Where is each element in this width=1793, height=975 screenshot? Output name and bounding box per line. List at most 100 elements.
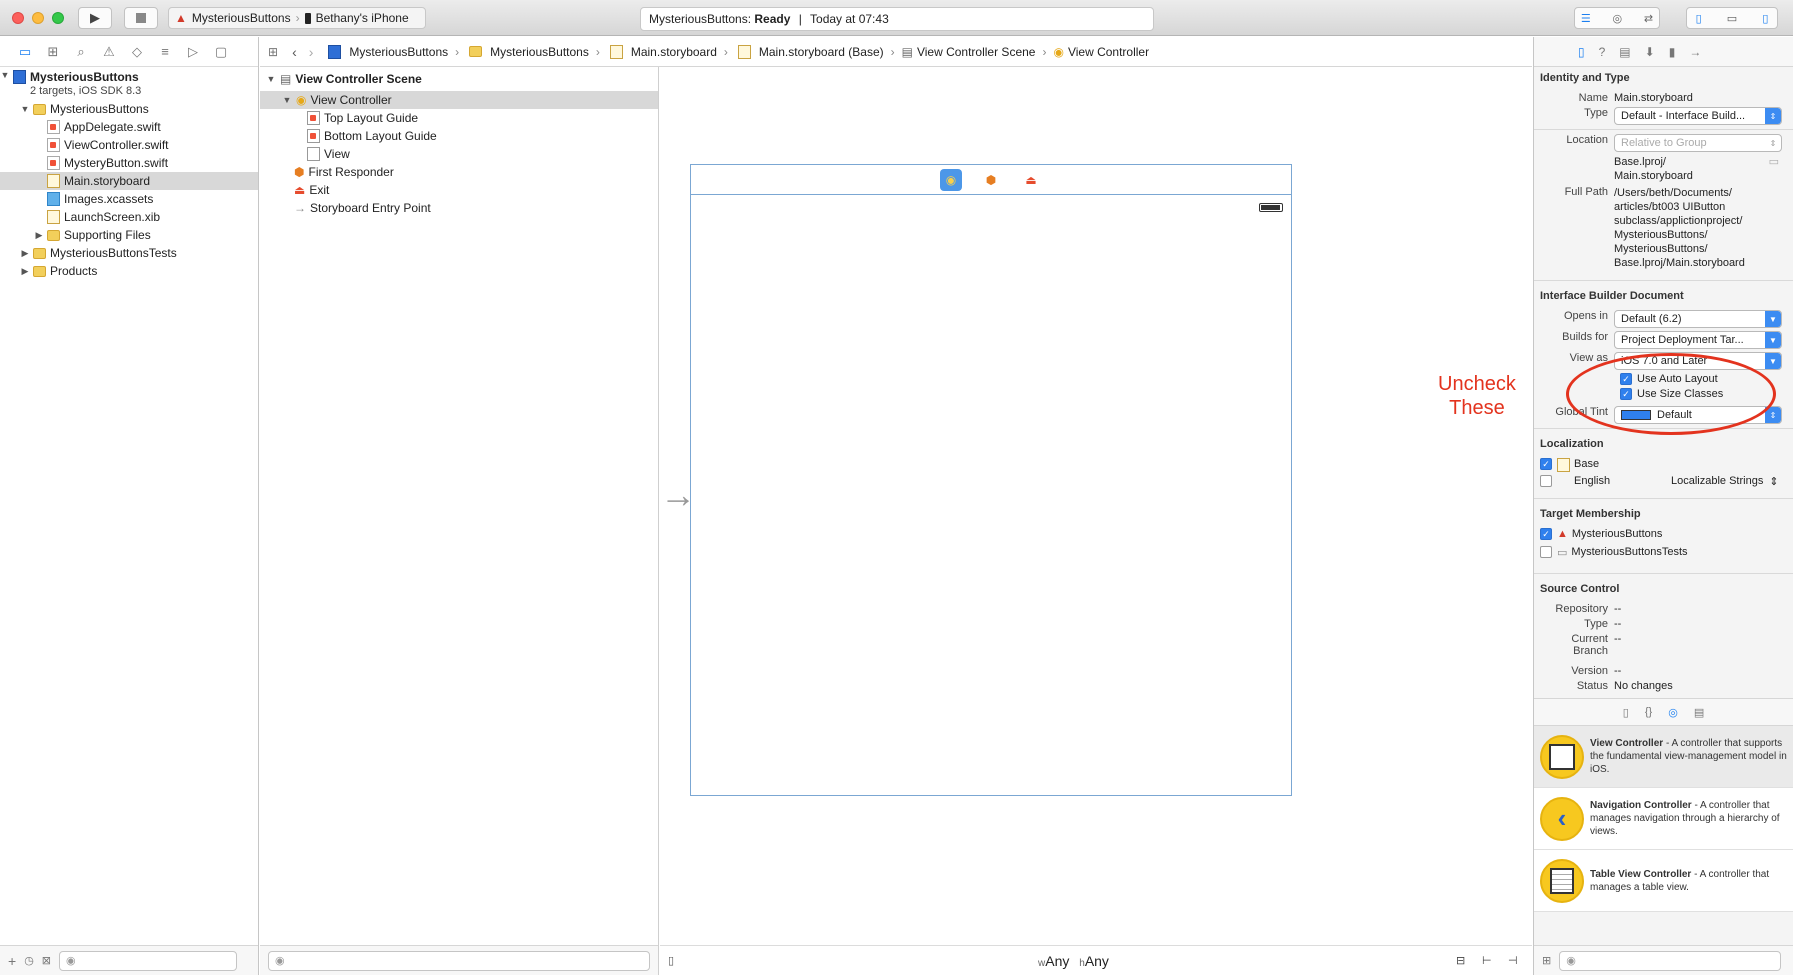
object-library-icon[interactable]: ◎	[1668, 706, 1678, 719]
localization-english-checkbox[interactable]	[1540, 475, 1552, 487]
size-inspector-icon[interactable]: ▮	[1669, 45, 1676, 59]
code-snippet-icon[interactable]: {}	[1645, 706, 1652, 718]
breakpoint-icon[interactable]: ▷	[184, 43, 202, 61]
file-name-value[interactable]: Main.storyboard	[1614, 92, 1793, 104]
location-popup[interactable]: Relative to Group ⇕	[1614, 134, 1782, 152]
tree-item-group[interactable]: ▶ Products	[0, 262, 258, 280]
search-icon[interactable]: ⌕	[72, 43, 90, 61]
tree-item-file[interactable]: MysteryButton.swift	[0, 154, 258, 172]
breadcrumb-controller[interactable]: ◉ View Controller	[1053, 45, 1149, 59]
tree-item-group[interactable]: ▼ MysteriousButtons	[0, 100, 258, 118]
disclosure-open-icon[interactable]: ▼	[20, 104, 30, 114]
outline-toggle-icon[interactable]: ▯	[668, 954, 674, 967]
breadcrumb-group[interactable]: MysteriousButtons ›	[466, 45, 603, 59]
outline-item-bottom-layout-guide[interactable]: Bottom Layout Guide	[260, 127, 658, 145]
tree-item-file[interactable]: ViewController.swift	[0, 136, 258, 154]
disclosure-closed-icon[interactable]: ▶	[34, 230, 44, 241]
localization-base-checkbox[interactable]: ✓	[1540, 458, 1552, 470]
view-controller-frame[interactable]: ◉ ⬢ ⏏	[690, 164, 1292, 796]
type-popup[interactable]: Default - Interface Build... ⇕	[1614, 107, 1782, 125]
connections-inspector-icon[interactable]: →	[1689, 45, 1701, 59]
test-icon[interactable]: ◇	[128, 43, 146, 61]
outline-item-top-layout-guide[interactable]: Top Layout Guide	[260, 109, 658, 127]
assistant-editor-icon[interactable]: ◎	[1613, 12, 1623, 25]
app-icon: ▲	[1557, 528, 1568, 540]
navigator-filter-input[interactable]: ◉	[59, 950, 238, 971]
tree-item-group[interactable]: ▶ MysteriousButtonsTests	[0, 244, 258, 262]
related-items-icon[interactable]: ⊞	[268, 45, 278, 59]
membership-tests-checkbox[interactable]	[1540, 546, 1552, 558]
storyboard-canvas[interactable]: → ◉ ⬢ ⏏	[660, 67, 1532, 975]
zoom-window-button[interactable]	[52, 12, 64, 24]
version-editor-icon[interactable]: ⇄	[1644, 12, 1653, 25]
media-library-icon[interactable]: ▤	[1694, 706, 1704, 719]
minimize-window-button[interactable]	[32, 12, 44, 24]
utilities-toggle-icon[interactable]: ▯	[1762, 12, 1768, 25]
scheme-selector[interactable]: ▲ MysteriousButtons › Bethany's iPhone	[168, 7, 426, 29]
disclosure-open-icon[interactable]: ▼	[266, 74, 276, 84]
outline-item-entry-point[interactable]: → Storyboard Entry Point	[260, 199, 658, 217]
tree-item-group[interactable]: ▶ Supporting Files	[0, 226, 258, 244]
grid-view-icon[interactable]: ⊞	[1542, 954, 1551, 967]
close-window-button[interactable]	[12, 12, 24, 24]
outline-scene[interactable]: ▼ ▤ View Controller Scene	[260, 67, 658, 91]
disclosure-open-icon[interactable]: ▼	[0, 70, 10, 80]
tree-item-file[interactable]: Images.xcassets	[0, 190, 258, 208]
library-filter-input[interactable]: ◉	[1559, 950, 1782, 971]
align-icon[interactable]: ⊟	[1456, 954, 1465, 967]
attributes-inspector-icon[interactable]: ⬇	[1645, 45, 1655, 59]
opens-in-popup[interactable]: Default (6.2) ▼	[1614, 310, 1782, 328]
tree-item-file[interactable]: LaunchScreen.xib	[0, 208, 258, 226]
breadcrumb-project[interactable]: MysteriousButtons ›	[325, 44, 462, 59]
file-template-icon[interactable]: ▯	[1623, 706, 1629, 719]
folder-icon[interactable]: ▭	[1769, 155, 1779, 168]
localizable-strings-popup[interactable]: Localizable Strings	[1671, 475, 1763, 487]
outline-item-first-responder[interactable]: ⬢ First Responder	[260, 163, 658, 181]
report-icon[interactable]: ▢	[212, 43, 230, 61]
disclosure-open-icon[interactable]: ▼	[282, 95, 292, 105]
disclosure-closed-icon[interactable]: ▶	[20, 266, 30, 277]
scm-filter-icon[interactable]: ⊠	[42, 954, 51, 967]
stop-button[interactable]	[124, 7, 158, 29]
breadcrumb-file[interactable]: Main.storyboard ›	[607, 44, 731, 59]
outline-item-view-controller[interactable]: ▼ ◉ View Controller	[260, 91, 658, 109]
standard-editor-icon[interactable]: ☰	[1581, 12, 1591, 25]
membership-app-checkbox[interactable]: ✓	[1540, 528, 1552, 540]
first-responder-icon[interactable]: ⬢	[980, 169, 1002, 191]
view-controller-icon[interactable]: ◉	[940, 168, 962, 191]
debug-icon[interactable]: ≡	[156, 43, 174, 61]
debug-toggle-icon[interactable]: ▭	[1727, 12, 1737, 25]
resolve-icon[interactable]: ⊣	[1508, 954, 1518, 967]
recent-icon[interactable]: ◷	[24, 954, 34, 967]
file-inspector-icon[interactable]: ▯	[1578, 45, 1585, 59]
warning-icon[interactable]: ⚠	[100, 43, 118, 61]
tree-item-file-selected[interactable]: Main.storyboard	[0, 172, 258, 190]
library-item-view-controller[interactable]: View Controller - A controller that supp…	[1534, 726, 1793, 788]
identity-inspector-icon[interactable]: ▤	[1619, 45, 1630, 59]
breadcrumb-scene[interactable]: ▤ View Controller Scene ›	[902, 45, 1050, 59]
symbol-icon[interactable]: ⊞	[44, 43, 62, 61]
library-item-navigation-controller[interactable]: ‹ Navigation Controller - A controller t…	[1534, 788, 1793, 850]
project-root[interactable]: ▼ MysteriousButtons 2 targets, iOS SDK 8…	[0, 68, 258, 100]
add-icon[interactable]: +	[8, 953, 16, 969]
navigator-toggle-icon[interactable]: ▯	[1696, 12, 1702, 25]
outline-item-view[interactable]: View	[260, 145, 658, 163]
breadcrumb-label: Main.storyboard	[630, 44, 717, 59]
breadcrumb-localization[interactable]: Main.storyboard (Base) ›	[735, 44, 898, 59]
exit-icon[interactable]: ⏏	[1020, 169, 1042, 191]
pin-icon[interactable]: ⊢	[1482, 954, 1492, 967]
library-item-text: View Controller - A controller that supp…	[1590, 737, 1787, 776]
quick-help-icon[interactable]: ?	[1599, 45, 1606, 59]
library-item-title: Navigation Controller	[1590, 800, 1692, 811]
builds-for-popup[interactable]: Project Deployment Tar... ▼	[1614, 331, 1782, 349]
outline-item-exit[interactable]: ⏏ Exit	[260, 181, 658, 199]
tree-item-file[interactable]: AppDelegate.swift	[0, 118, 258, 136]
run-button[interactable]: ▶	[78, 7, 112, 29]
outline-filter-input[interactable]: ◉	[268, 950, 650, 971]
forward-icon[interactable]: ›	[309, 44, 314, 60]
library-item-table-view-controller[interactable]: Table View Controller - A controller tha…	[1534, 850, 1793, 912]
disclosure-closed-icon[interactable]: ▶	[20, 248, 30, 259]
back-icon[interactable]: ‹	[292, 44, 297, 60]
folder-icon[interactable]: ▭	[16, 43, 34, 61]
size-class-selector[interactable]: wAny hAny	[1038, 953, 1109, 969]
